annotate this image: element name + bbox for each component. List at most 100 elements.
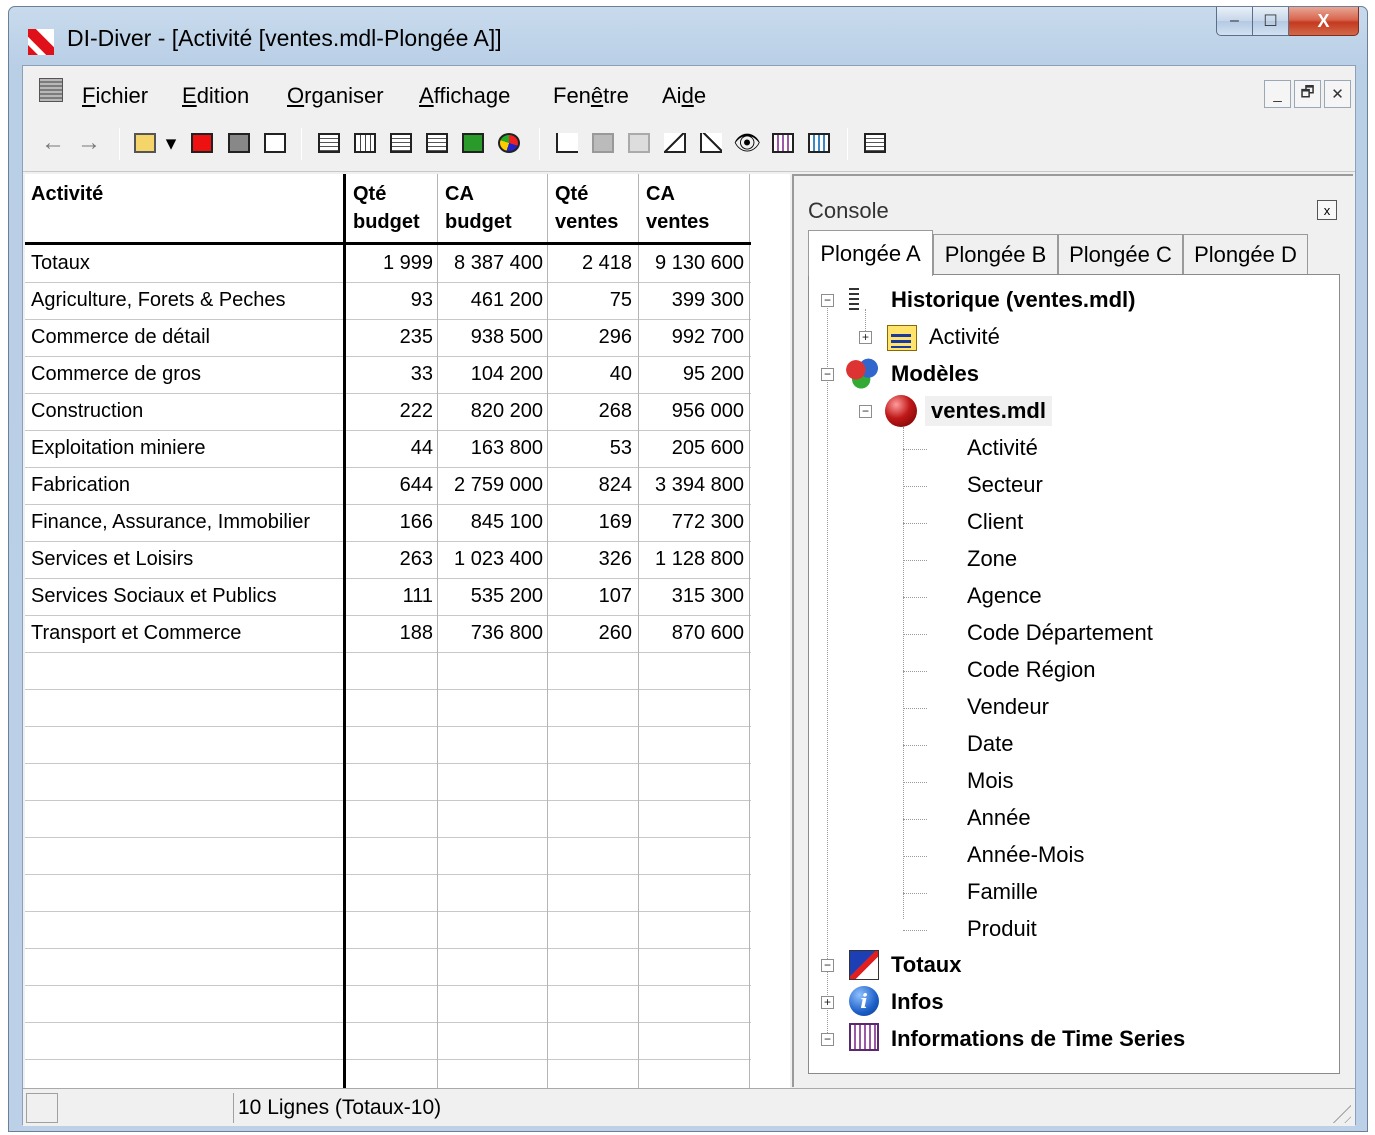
cell-qte-budget[interactable]: 222	[345, 393, 433, 430]
cell-ca-ventes[interactable]: 95 200	[638, 356, 744, 393]
column-header-qte-budget[interactable]: Qté budget	[353, 180, 420, 236]
table-columns-button[interactable]	[351, 129, 379, 157]
tab-plongee-a[interactable]: Plongée A	[808, 230, 933, 276]
cell-ca-ventes[interactable]: 956 000	[638, 393, 744, 430]
cell-ca-budget[interactable]: 461 200	[437, 282, 543, 319]
print-preview-button[interactable]	[261, 129, 289, 157]
cell-activite[interactable]: Exploitation miniere	[31, 430, 341, 467]
tab-plongee-c[interactable]: Plongée C	[1058, 234, 1183, 274]
cell-ca-ventes[interactable]: 399 300	[638, 282, 744, 319]
cell-qte-ventes[interactable]: 169	[547, 504, 632, 541]
cell-qte-ventes[interactable]: 107	[547, 578, 632, 615]
tab-plongee-d[interactable]: Plongée D	[1183, 234, 1308, 274]
menu-aide[interactable]: Aide	[662, 83, 706, 109]
collapse-time-series-icon[interactable]: −	[821, 1033, 834, 1046]
minimize-button[interactable]: –	[1216, 7, 1253, 36]
cell-ca-budget[interactable]: 104 200	[437, 356, 543, 393]
cell-ca-budget[interactable]: 820 200	[437, 393, 543, 430]
tree-node-dimension[interactable]: Produit	[967, 914, 1037, 944]
trend-up-button[interactable]	[661, 129, 689, 157]
cell-activite[interactable]: Transport et Commerce	[31, 615, 341, 652]
document-menu-icon[interactable]	[39, 78, 63, 102]
tree-node-dimension[interactable]: Date	[967, 729, 1013, 759]
column-header-ca-ventes[interactable]: CA ventes	[646, 180, 709, 236]
cell-qte-ventes[interactable]: 268	[547, 393, 632, 430]
column-header-ca-budget[interactable]: CA budget	[445, 180, 512, 236]
open-dropdown-button[interactable]: ▾	[163, 129, 179, 157]
cell-activite[interactable]: Services et Loisirs	[31, 541, 341, 578]
cell-qte-budget[interactable]: 93	[345, 282, 433, 319]
data-table[interactable]: Activité Qté budget CA budget Qté ventes CA…	[25, 174, 790, 1088]
tree-node-dimension[interactable]: Année	[967, 803, 1031, 833]
tree-node-historique[interactable]: Historique (ventes.mdl)	[891, 285, 1135, 315]
cell-qte-ventes[interactable]: 2 418	[547, 245, 632, 282]
line-chart-button[interactable]	[553, 129, 581, 157]
tree-node-dimension[interactable]: Secteur	[967, 470, 1043, 500]
cell-ca-budget[interactable]: 845 100	[437, 504, 543, 541]
cell-ca-budget[interactable]: 8 387 400	[437, 245, 543, 282]
tree-node-dimension[interactable]: Année-Mois	[967, 840, 1084, 870]
spreadsheet-button[interactable]	[459, 129, 487, 157]
cell-qte-ventes[interactable]: 40	[547, 356, 632, 393]
tree-node-ventes-mdl[interactable]: ventes.mdl	[925, 396, 1052, 426]
title-bar[interactable]: DI-Diver - [Activité [ventes.mdl-Plongée…	[9, 7, 1367, 65]
tree-node-dimension[interactable]: Agence	[967, 581, 1042, 611]
tree-node-dimension[interactable]: Mois	[967, 766, 1013, 796]
cell-qte-budget[interactable]: 1 999	[345, 245, 433, 282]
cell-qte-budget[interactable]: 644	[345, 467, 433, 504]
filter-button[interactable]	[625, 129, 653, 157]
mdi-close-button[interactable]: ✕	[1324, 80, 1351, 108]
trend-down-button[interactable]	[697, 129, 725, 157]
cell-ca-budget[interactable]: 938 500	[437, 319, 543, 356]
tab-plongee-b[interactable]: Plongée B	[933, 234, 1058, 274]
open-button[interactable]	[131, 129, 159, 157]
menu-fichier[interactable]: Fichier	[82, 83, 148, 109]
cell-qte-ventes[interactable]: 75	[547, 282, 632, 319]
tree-node-dimension[interactable]: Client	[967, 507, 1023, 537]
tree-node-dimension[interactable]: Zone	[967, 544, 1017, 574]
collapse-modeles-icon[interactable]: −	[821, 368, 834, 381]
pie-chart-button[interactable]	[495, 129, 523, 157]
tree-node-dimension[interactable]: Code Département	[967, 618, 1153, 648]
print-button[interactable]	[225, 129, 253, 157]
cell-ca-budget[interactable]: 736 800	[437, 615, 543, 652]
tree-node-dimension[interactable]: Vendeur	[967, 692, 1049, 722]
expand-infos-icon[interactable]: +	[821, 996, 834, 1009]
back-button[interactable]: ←	[39, 129, 67, 157]
export-button[interactable]	[188, 129, 216, 157]
cell-ca-ventes[interactable]: 3 394 800	[638, 467, 744, 504]
cell-ca-ventes[interactable]: 315 300	[638, 578, 744, 615]
collapse-model-icon[interactable]: −	[859, 405, 872, 418]
cell-ca-ventes[interactable]: 772 300	[638, 504, 744, 541]
cell-activite[interactable]: Services Sociaux et Publics	[31, 578, 341, 615]
camera-button[interactable]	[589, 129, 617, 157]
cell-qte-ventes[interactable]: 296	[547, 319, 632, 356]
cell-qte-ventes[interactable]: 53	[547, 430, 632, 467]
cell-ca-budget[interactable]: 1 023 400	[437, 541, 543, 578]
cell-activite[interactable]: Agriculture, Forets & Peches	[31, 282, 341, 319]
expand-activite-icon[interactable]: +	[859, 331, 872, 344]
cell-qte-budget[interactable]: 111	[345, 578, 433, 615]
cell-ca-ventes[interactable]: 205 600	[638, 430, 744, 467]
menu-organiser[interactable]: Organiser	[287, 83, 384, 109]
column-header-qte-ventes[interactable]: Qté ventes	[555, 180, 618, 236]
cell-ca-budget[interactable]: 163 800	[437, 430, 543, 467]
collapse-historique-icon[interactable]: −	[821, 294, 834, 307]
find-button[interactable]: 👁	[733, 129, 761, 157]
table-view-button[interactable]	[315, 129, 343, 157]
add-row-button[interactable]	[423, 129, 451, 157]
time-series-button[interactable]	[805, 129, 833, 157]
cell-qte-ventes[interactable]: 326	[547, 541, 632, 578]
cell-activite[interactable]: Finance, Assurance, Immobilier	[31, 504, 341, 541]
close-button[interactable]: X	[1289, 7, 1359, 36]
cell-qte-budget[interactable]: 235	[345, 319, 433, 356]
cell-qte-budget[interactable]: 33	[345, 356, 433, 393]
calendar-button[interactable]	[769, 129, 797, 157]
tree-node-historique-activite[interactable]: Activité	[929, 322, 1000, 352]
collapse-totaux-icon[interactable]: −	[821, 959, 834, 972]
cell-qte-ventes[interactable]: 260	[547, 615, 632, 652]
cell-activite[interactable]: Commerce de gros	[31, 356, 341, 393]
tree-node-dimension[interactable]: Code Région	[967, 655, 1095, 685]
cell-activite[interactable]: Commerce de détail	[31, 319, 341, 356]
tree-node-modeles[interactable]: Modèles	[891, 359, 979, 389]
